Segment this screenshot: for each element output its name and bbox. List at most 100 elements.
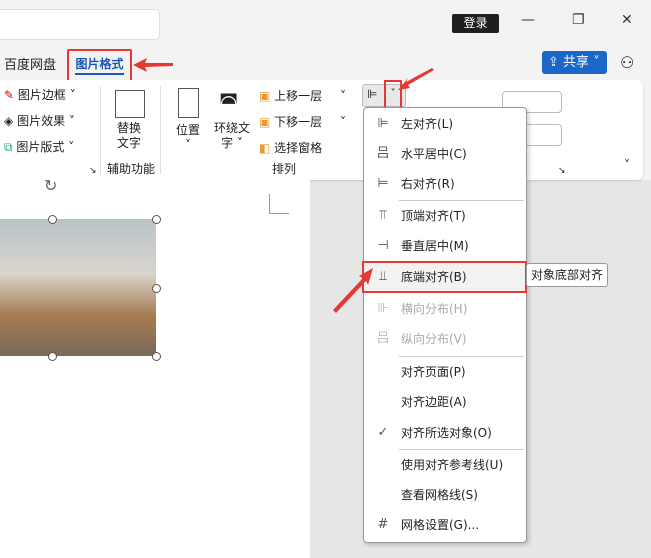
menu-item-8[interactable]: 对齐页面(P) — [364, 358, 524, 386]
login-button[interactable]: 登录 — [452, 14, 499, 33]
menu-item-label: 顶端对齐(T) — [401, 209, 466, 223]
align-right-icon: ⊨ — [377, 176, 389, 191]
send-backward-icon: ▣ — [259, 115, 271, 129]
menu-item-label: 左对齐(L) — [401, 117, 454, 131]
group-label-accessibility: 辅助功能 — [107, 162, 156, 176]
bring-forward-icon: ▣ — [259, 89, 271, 103]
dialog-launcher-icon[interactable]: ↘ — [89, 166, 97, 176]
layout-icon: ⧉ — [4, 140, 13, 154]
share-button[interactable]: ⇪ 共享 ˅ — [542, 51, 607, 74]
menu-item-label: 纵向分布(V) — [401, 332, 467, 346]
menu-item-12[interactable]: 查看网格线(S) — [364, 481, 524, 509]
label: 位置 — [176, 123, 201, 137]
resize-handle[interactable] — [48, 352, 57, 361]
tab-label: 图片格式 — [75, 57, 124, 71]
picture-layout-button[interactable]: ⧉ 图片版式 ˅ — [4, 138, 74, 155]
rotate-handle-icon[interactable]: ↻ — [44, 176, 57, 195]
grid-icon: # — [377, 517, 389, 532]
menu-item-label: 网格设置(G)... — [401, 518, 480, 532]
annotation-arrow-icon — [398, 68, 434, 90]
label: 字 — [221, 136, 234, 150]
annotation-arrow-icon — [333, 268, 373, 313]
alt-text-icon — [115, 90, 145, 118]
resize-handle[interactable] — [152, 352, 161, 361]
label: 替换 — [117, 121, 142, 135]
wrap-text-button[interactable]: 环绕文字 ˅ — [214, 121, 250, 151]
menu-item-11[interactable]: 使用对齐参考线(U) — [364, 451, 524, 479]
menu-item-label: 对齐页面(P) — [401, 365, 466, 379]
label: 环绕文 — [214, 121, 251, 135]
menu-item-9[interactable]: 对齐边距(A) — [364, 388, 524, 416]
menu-item-5[interactable]: ⫫ 底端对齐(B) — [362, 261, 527, 293]
menu-item-7: 吕纵向分布(V) — [364, 325, 524, 353]
label: 上移一层 — [274, 89, 323, 103]
distribute-horizontal-icon: ⊪ — [377, 301, 389, 316]
selection-pane-icon: ◧ — [259, 141, 271, 155]
annotation-arrow-icon — [133, 58, 173, 72]
divider — [160, 86, 161, 174]
menu-separator — [399, 449, 524, 450]
label: 下移一层 — [274, 115, 323, 129]
menu-separator — [399, 200, 524, 201]
align-left-icon: ⊫ — [377, 116, 389, 131]
search-box[interactable] — [0, 9, 160, 40]
group-label-arrange: 排列 — [272, 162, 297, 176]
menu-item-3[interactable]: ⫪ 顶端对齐(T) — [364, 202, 524, 230]
minimize-button[interactable]: — — [521, 12, 535, 28]
align-left-icon: ⊫ — [367, 87, 378, 101]
close-button[interactable]: ✕ — [621, 12, 633, 28]
effects-icon: ◈ — [4, 114, 14, 128]
align-bottom-icon: ⫫ — [379, 269, 387, 284]
position-button[interactable]: 位置 ˅ — [176, 121, 200, 152]
tooltip: 对象底部对齐 — [526, 263, 608, 287]
margin-mark — [269, 194, 289, 214]
resize-handle[interactable] — [48, 215, 57, 224]
distribute-vertical-icon: 吕 — [376, 331, 390, 346]
position-icon — [178, 88, 199, 118]
label: 图片效果 — [17, 114, 66, 128]
wrap-text-icon: ◚ — [219, 90, 239, 114]
label: 图片边框 — [17, 88, 66, 102]
menu-item-0[interactable]: ⊫ 左对齐(L) — [364, 110, 524, 138]
alt-text-button[interactable]: 替换 文字 — [117, 121, 141, 151]
send-backward-button[interactable]: ▣ 下移一层 ˅ — [259, 113, 346, 130]
divider — [100, 86, 101, 174]
label: 选择窗格 — [274, 141, 323, 155]
menu-item-10[interactable]: ✓ 对齐所选对象(O) — [364, 419, 524, 447]
resize-handle[interactable] — [152, 284, 161, 293]
menu-item-1[interactable]: 吕水平居中(C) — [364, 140, 524, 168]
picture-effects-button[interactable]: ◈ 图片效果 ˅ — [4, 112, 75, 129]
menu-item-label: 对齐所选对象(O) — [401, 426, 492, 440]
menu-item-label: 水平居中(C) — [401, 147, 467, 161]
comments-icon[interactable]: ⚇ — [620, 53, 634, 72]
share-label: 共享 — [563, 55, 590, 70]
menu-item-label: 右对齐(R) — [401, 177, 455, 191]
share-icon: ⇪ — [548, 55, 559, 70]
menu-item-13[interactable]: # 网格设置(G)... — [364, 511, 524, 539]
menu-item-label: 垂直居中(M) — [401, 239, 469, 253]
menu-item-label: 底端对齐(B) — [401, 270, 467, 284]
selected-picture[interactable] — [0, 219, 156, 356]
align-middle-icon: ⊣ — [377, 238, 389, 253]
tab-baidu-netdisk[interactable]: 百度网盘 — [4, 54, 56, 73]
menu-item-label: 横向分布(H) — [401, 302, 468, 316]
menu-item-2[interactable]: ⊨ 右对齐(R) — [364, 170, 524, 198]
menu-item-4[interactable]: ⊣ 垂直居中(M) — [364, 232, 524, 260]
resize-handle[interactable] — [152, 215, 161, 224]
picture-border-button[interactable]: ✎ 图片边框 ˅ — [4, 86, 76, 103]
label: 图片版式 — [16, 140, 65, 154]
align-center-icon: 吕 — [376, 146, 390, 161]
selection-pane-button[interactable]: ◧ 选择窗格 — [259, 139, 322, 156]
menu-item-label: 使用对齐参考线(U) — [401, 458, 504, 472]
restore-button[interactable]: ❐ — [572, 12, 585, 28]
dialog-launcher-icon[interactable]: ↘ — [558, 166, 566, 176]
bring-forward-button[interactable]: ▣ 上移一层 ˅ — [259, 87, 346, 104]
checkmark-icon: ✓ — [377, 425, 389, 440]
menu-item-6: ⊪ 横向分布(H) — [364, 295, 524, 323]
label: 文字 — [117, 136, 142, 150]
tab-picture-format[interactable]: 图片格式 — [67, 49, 132, 82]
align-top-icon: ⫪ — [379, 208, 387, 223]
menu-separator — [399, 356, 524, 357]
menu-item-label: 对齐边距(A) — [401, 395, 467, 409]
collapse-ribbon-icon[interactable]: ˅ — [624, 158, 630, 172]
